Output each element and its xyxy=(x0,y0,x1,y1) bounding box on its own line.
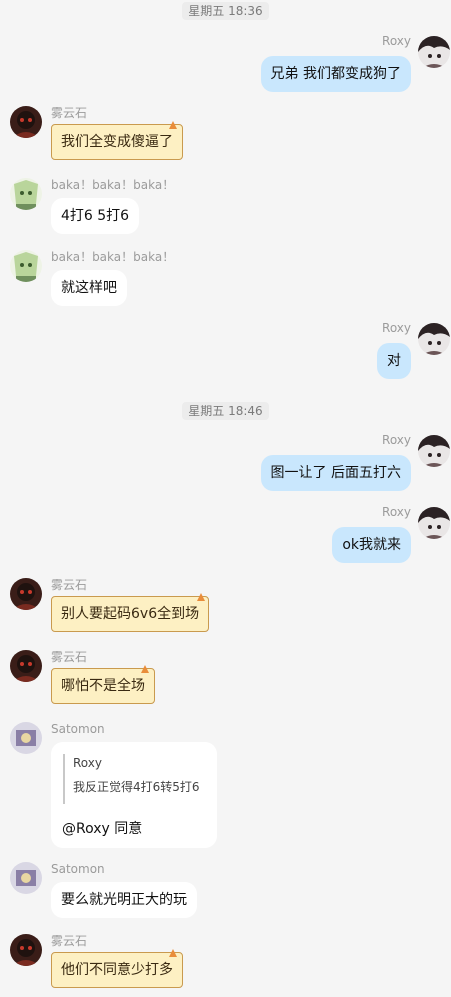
message-bubble[interactable]: 就这样吧 xyxy=(51,270,127,306)
avatar-wuyunshi[interactable] xyxy=(10,934,42,966)
scroll-decoration-icon xyxy=(197,593,205,601)
reply-text: @Roxy 同意 xyxy=(62,821,143,837)
avatar-roxy[interactable] xyxy=(418,36,450,68)
message-bubble[interactable]: ok我就来 xyxy=(332,527,411,563)
message-bubble[interactable]: 兄弟 我们都变成狗了 xyxy=(260,56,411,92)
avatar-satomon[interactable] xyxy=(10,862,42,894)
sender-name: Roxy xyxy=(382,321,411,335)
sender-name: 雾云石 xyxy=(51,106,88,120)
sender-name: baka！baka！baka！ xyxy=(51,178,175,192)
message-bubble[interactable]: 别人要起码6v6全到场 xyxy=(51,596,210,632)
message-bubble[interactable]: 他们不同意少打多 xyxy=(51,952,183,988)
sender-name: 雾云石 xyxy=(51,650,88,664)
quote-text: 我反正觉得4打6转5打6 xyxy=(73,780,200,794)
timestamp: 星期五 18:36 xyxy=(0,2,451,20)
quote-reply-bubble[interactable]: Roxy 我反正觉得4打6转5打6 @Roxy 同意 xyxy=(51,742,217,848)
message-bubble[interactable]: 对 xyxy=(377,343,411,379)
avatar-baka[interactable] xyxy=(10,250,42,282)
message-bubble[interactable]: 图一让了 后面五打六 xyxy=(260,455,411,491)
scroll-decoration-icon xyxy=(169,121,177,129)
sender-name: 雾云石 xyxy=(51,578,88,592)
timestamp-text: 星期五 18:36 xyxy=(182,2,269,20)
scroll-decoration-icon xyxy=(141,665,149,673)
avatar-satomon[interactable] xyxy=(10,722,42,754)
avatar-roxy[interactable] xyxy=(418,323,450,355)
message-bubble[interactable]: 4打6 5打6 xyxy=(51,198,140,234)
avatar-wuyunshi[interactable] xyxy=(10,650,42,682)
avatar-wuyunshi[interactable] xyxy=(10,106,42,138)
timestamp-text: 星期五 18:46 xyxy=(182,402,269,420)
avatar-wuyunshi[interactable] xyxy=(10,578,42,610)
sender-name: Satomon xyxy=(51,722,105,736)
timestamp: 星期五 18:46 xyxy=(0,402,451,420)
sender-name: Roxy xyxy=(382,433,411,447)
message-bubble[interactable]: 要么就光明正大的玩 xyxy=(51,882,197,918)
avatar-roxy[interactable] xyxy=(418,435,450,467)
sender-name: baka！baka！baka！ xyxy=(51,250,175,264)
sender-name: Roxy xyxy=(382,505,411,519)
sender-name: 雾云石 xyxy=(51,934,88,948)
sender-name: Roxy xyxy=(382,34,411,48)
sender-name: Satomon xyxy=(51,862,105,876)
quote-author: Roxy xyxy=(73,756,102,770)
avatar-baka[interactable] xyxy=(10,178,42,210)
scroll-decoration-icon xyxy=(169,949,177,957)
chat-area[interactable]: 星期五 18:36 Roxy 兄弟 我们都变成狗了 雾云石 我们全变成傻逼了 b… xyxy=(0,0,451,997)
avatar-roxy[interactable] xyxy=(418,507,450,539)
message-bubble[interactable]: 我们全变成傻逼了 xyxy=(51,124,183,160)
quote-bar xyxy=(63,754,65,804)
